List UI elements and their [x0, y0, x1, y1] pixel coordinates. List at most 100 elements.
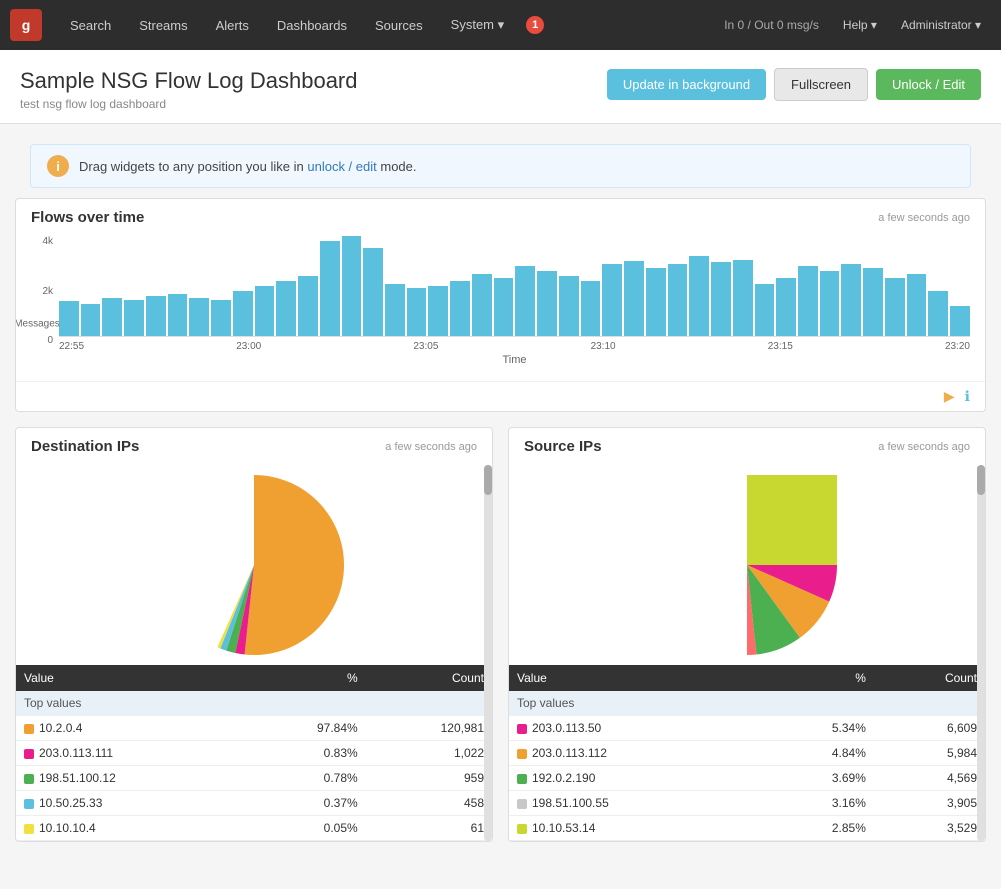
bar	[841, 264, 861, 336]
info-circle-icon[interactable]: ℹ	[965, 388, 970, 405]
dest-row-0-count: 120,981	[366, 716, 492, 741]
bar	[863, 268, 883, 336]
dest-row-3-count: 458	[366, 791, 492, 816]
bar	[689, 256, 709, 336]
src-scrollbar-thumb[interactable]	[977, 465, 985, 495]
src-row-0-count: 6,609	[874, 716, 985, 741]
src-row-0-pct: 5.34%	[758, 716, 874, 741]
dest-row-4-value: 10.10.10.4	[16, 816, 245, 841]
src-row-3-value: 198.51.100.55	[509, 791, 758, 816]
bar	[102, 298, 122, 336]
info-icon: i	[47, 155, 69, 177]
dest-scroll-container: Value % Count Top values 10.2.0.4 97.84%…	[16, 465, 492, 841]
bar	[298, 276, 318, 336]
dest-row-1-count: 1,022	[366, 741, 492, 766]
src-row-2-pct: 3.69%	[758, 766, 874, 791]
bar	[255, 286, 275, 336]
dest-row-0-pct: 97.84%	[245, 716, 366, 741]
dest-row-3-pct: 0.37%	[245, 791, 366, 816]
src-row-1-count: 5,984	[874, 741, 985, 766]
table-row: 203.0.113.112 4.84% 5,984	[509, 741, 985, 766]
nav-dashboards[interactable]: Dashboards	[263, 0, 361, 50]
dest-top-values-label: Top values	[16, 691, 492, 716]
src-time: a few seconds ago	[878, 441, 970, 453]
src-row-2-value: 192.0.2.190	[509, 766, 758, 791]
nav-streams[interactable]: Streams	[125, 0, 201, 50]
y-label-2k: 2k	[42, 286, 53, 297]
bar	[950, 306, 970, 336]
y-label-0: 0	[47, 335, 53, 346]
table-row: 198.51.100.12 0.78% 959	[16, 766, 492, 791]
flows-widget-header: Flows over time a few seconds ago	[16, 199, 985, 236]
bar	[581, 281, 601, 336]
nav-help[interactable]: Help ▾	[833, 0, 887, 50]
flows-widget-footer: ▶ ℹ	[16, 381, 985, 411]
unlock-edit-link[interactable]: unlock / edit	[307, 159, 376, 174]
dest-time: a few seconds ago	[385, 441, 477, 453]
bar	[146, 296, 166, 336]
page-title-block: Sample NSG Flow Log Dashboard test nsg f…	[20, 68, 358, 111]
src-pie-chart	[657, 475, 837, 655]
src-row-3-count: 3,905	[874, 791, 985, 816]
table-row: 192.0.2.190 3.69% 4,569	[509, 766, 985, 791]
table-row: 10.2.0.4 97.84% 120,981	[16, 716, 492, 741]
bar	[320, 241, 340, 336]
dest-scrollbar[interactable]	[484, 465, 492, 841]
dest-row-2-pct: 0.78%	[245, 766, 366, 791]
bar	[211, 300, 231, 336]
src-top-values-label: Top values	[509, 691, 985, 716]
src-top-values-row: Top values	[509, 691, 985, 716]
dest-scrollbar-thumb[interactable]	[484, 465, 492, 495]
src-scrollbar[interactable]	[977, 465, 985, 841]
src-col-pct: %	[758, 665, 874, 691]
bar	[559, 276, 579, 336]
bar	[494, 278, 514, 336]
update-background-button[interactable]: Update in background	[607, 69, 766, 100]
dest-dot-4	[24, 824, 34, 834]
bar	[342, 236, 362, 336]
nav-right: In 0 / Out 0 msg/s Help ▾ Administrator …	[714, 0, 991, 50]
page-subtitle: test nsg flow log dashboard	[20, 97, 358, 111]
nav-admin[interactable]: Administrator ▾	[891, 0, 991, 50]
destination-ips-widget: Destination IPs a few seconds ago	[15, 427, 493, 842]
x-axis-title: Time	[59, 354, 970, 366]
info-text: Drag widgets to any position you like in…	[79, 159, 417, 174]
nav-sources[interactable]: Sources	[361, 0, 437, 50]
bar	[276, 281, 296, 336]
content: i Drag widgets to any position you like …	[0, 124, 1001, 867]
bar	[385, 284, 405, 336]
src-row-1-pct: 4.84%	[758, 741, 874, 766]
fullscreen-button[interactable]: Fullscreen	[774, 68, 868, 101]
src-dot-1	[517, 749, 527, 759]
src-dot-0	[517, 724, 527, 734]
src-scroll-container: Value % Count Top values 203.0.113.50 5.…	[509, 465, 985, 841]
nav-search[interactable]: Search	[56, 0, 125, 50]
bar	[820, 271, 840, 336]
dest-row-4-pct: 0.05%	[245, 816, 366, 841]
src-row-1-value: 203.0.113.112	[509, 741, 758, 766]
nav-system[interactable]: System ▾	[437, 0, 518, 50]
bar	[472, 274, 492, 336]
bar	[168, 294, 188, 336]
bar	[755, 284, 775, 336]
table-row: 203.0.113.50 5.34% 6,609	[509, 716, 985, 741]
table-row: 198.51.100.55 3.16% 3,905	[509, 791, 985, 816]
dest-table: Value % Count Top values 10.2.0.4 97.84%…	[16, 665, 492, 841]
source-ips-widget: Source IPs a few seconds ago	[508, 427, 986, 842]
play-icon[interactable]: ▶	[944, 388, 955, 405]
info-bar: i Drag widgets to any position you like …	[30, 144, 971, 188]
bar	[450, 281, 470, 336]
table-row: 203.0.113.111 0.83% 1,022	[16, 741, 492, 766]
unlock-edit-button[interactable]: Unlock / Edit	[876, 69, 981, 100]
bar	[668, 264, 688, 336]
src-row-4-count: 3,529	[874, 816, 985, 841]
bar	[776, 278, 796, 336]
src-title: Source IPs	[524, 438, 602, 455]
nav-alerts[interactable]: Alerts	[202, 0, 263, 50]
two-col-layout: Destination IPs a few seconds ago	[15, 427, 986, 857]
src-row-3-pct: 3.16%	[758, 791, 874, 816]
brand: g	[10, 9, 46, 41]
dest-dot-1	[24, 749, 34, 759]
flows-chart-area: 4k 2k 0 Messages 22:55 23:00 23:05 23:10…	[16, 236, 985, 381]
bar	[537, 271, 557, 336]
